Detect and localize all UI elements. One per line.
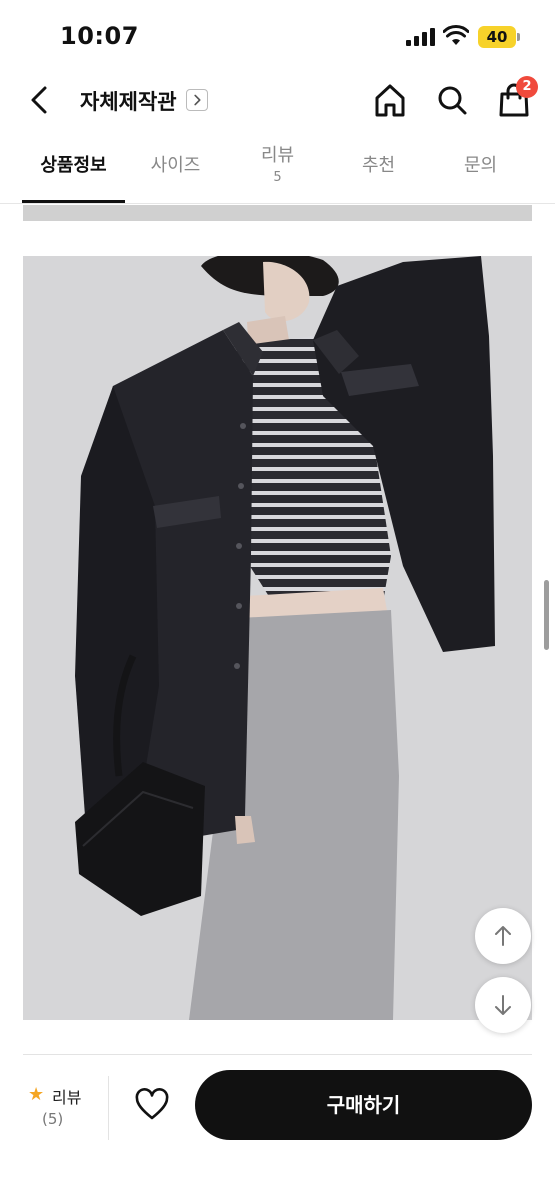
review-summary-button[interactable]: ★ 리뷰 (5)	[22, 1082, 92, 1134]
review-count: (5)	[42, 1110, 64, 1128]
shop-name-link[interactable]: 자체제작관	[80, 86, 177, 116]
model-illustration	[75, 256, 495, 1020]
tab-recommend[interactable]: 추천	[328, 140, 429, 204]
product-tabs: 상품정보 사이즈 리뷰 5 추천 문의	[0, 140, 555, 204]
cellular-signal-icon	[406, 28, 436, 46]
tab-label: 문의	[463, 155, 498, 176]
tab-size[interactable]: 사이즈	[125, 140, 226, 204]
battery-indicator: 40	[478, 26, 520, 48]
review-label: 리뷰	[52, 1088, 82, 1107]
scroll-to-bottom-button[interactable]	[475, 977, 531, 1033]
vertical-divider	[108, 1076, 109, 1140]
wifi-icon	[443, 25, 469, 45]
bottom-action-bar: ★ 리뷰 (5) 구매하기	[0, 1060, 555, 1200]
home-icon[interactable]	[372, 80, 408, 120]
tab-review-count: 5	[273, 170, 282, 185]
product-photo	[23, 256, 532, 1020]
status-time: 10:07	[60, 22, 139, 50]
cart-count-badge: 2	[516, 76, 538, 98]
arrow-down-icon	[495, 995, 511, 1015]
heart-icon[interactable]	[134, 1088, 170, 1122]
buy-button[interactable]: 구매하기	[195, 1070, 532, 1140]
tab-label: 추천	[361, 155, 396, 176]
chevron-right-icon[interactable]	[186, 89, 208, 111]
previous-product-image	[23, 205, 532, 221]
arrow-up-icon	[495, 926, 511, 946]
tab-inquiry[interactable]: 문의	[430, 140, 531, 204]
tab-label: 사이즈	[150, 155, 201, 176]
search-icon[interactable]	[434, 80, 470, 120]
scroll-to-top-button[interactable]	[475, 908, 531, 964]
tab-label: 상품정보	[40, 155, 107, 176]
app-header: 자체제작관	[0, 72, 555, 128]
status-bar: 10:07 40	[0, 0, 555, 72]
active-tab-indicator	[22, 200, 125, 203]
vertical-scrollbar[interactable]	[544, 580, 549, 650]
content-divider	[23, 1054, 532, 1055]
tab-review[interactable]: 리뷰 5	[227, 140, 328, 204]
back-chevron-icon[interactable]	[24, 80, 54, 120]
tab-label: 리뷰	[260, 145, 295, 166]
tab-product-info[interactable]: 상품정보	[23, 140, 124, 204]
star-icon: ★	[28, 1084, 45, 1105]
